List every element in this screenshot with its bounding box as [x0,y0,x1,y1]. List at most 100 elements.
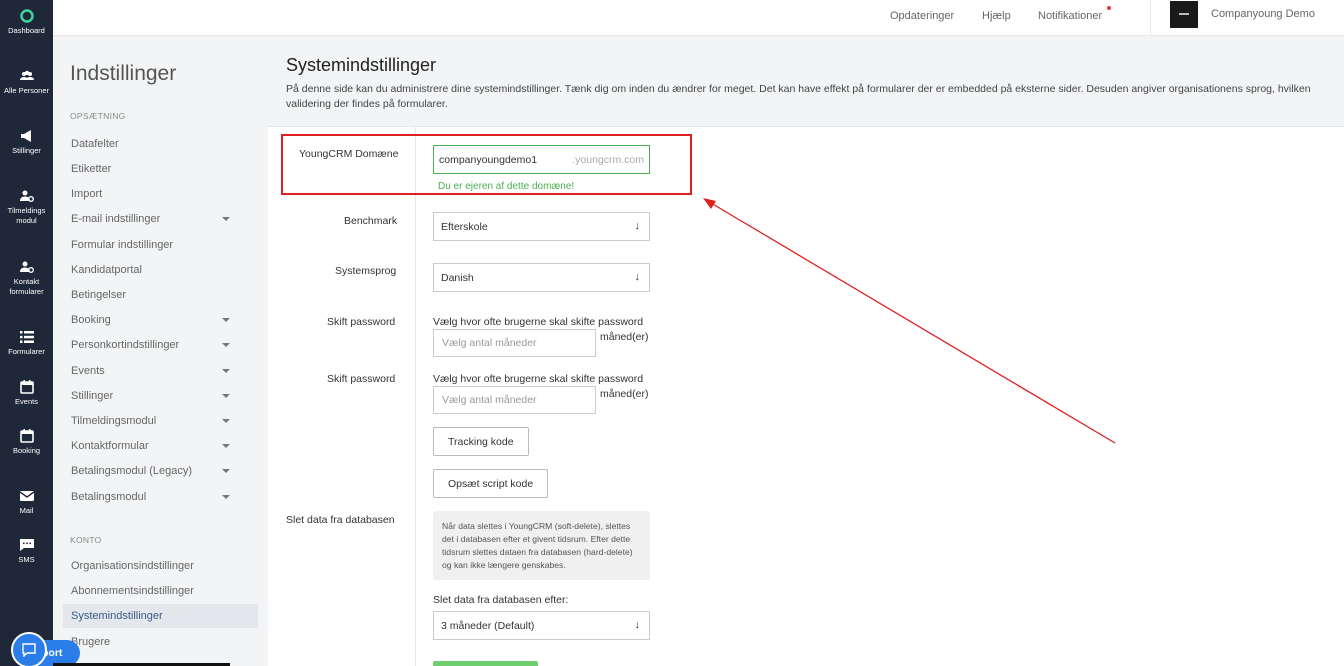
password-months-field-2[interactable] [434,387,595,413]
chat-icon [22,643,36,657]
password-label: Skift password [327,316,396,328]
help-link[interactable]: Hjælp [982,10,1011,22]
language-select[interactable]: Danish ↓ [433,263,650,292]
delete-data-label: Slet data fra databasen [286,514,395,526]
main-rail: Dashboard Alle Personer Stillinger Tilme… [0,0,53,666]
nav-item-label: Personkortindstillinger [71,339,180,351]
notification-dot [1107,6,1111,10]
rail-dashboard[interactable]: Dashboard [0,9,53,36]
section-account-heading: KONTO [70,535,102,545]
nav-item-import[interactable]: Import [63,182,258,206]
delete-info-box: Når data slettes i YoungCRM (soft-delete… [433,511,650,580]
updates-link[interactable]: Opdateringer [890,10,954,22]
nav-item-tilmeldingsmodul[interactable]: Tilmeldingsmodul [63,409,258,433]
dashboard-icon [19,9,34,23]
nav-item-betingelser[interactable]: Betingelser [63,283,258,307]
nav-item-label: Import [71,188,103,200]
rail-stillinger[interactable]: Stillinger [0,129,53,156]
nav-item-formular-indstillinger[interactable]: Formular indstillinger [63,233,258,257]
delete-after-select[interactable]: 3 måneder (Default) ↓ [433,611,650,640]
benchmark-select[interactable]: Efterskole ↓ [433,212,650,241]
benchmark-label: Benchmark [344,215,398,227]
rail-tilmeldings-modul[interactable]: Tilmeldings modul [0,189,53,226]
rail-events-label: Events [15,397,38,406]
password-unit-2: måned(er) [600,388,649,400]
nav-item-datafelter[interactable]: Datafelter [63,132,258,156]
language-label: Systemsprog [335,265,397,277]
support-chat-bubble[interactable] [11,632,47,666]
nav-item-label: Betalingsmodul (Legacy) [71,465,193,477]
nav-item-systemindstillinger[interactable]: Systemindstillinger [63,604,258,628]
nav-item-label: Betingelser [71,289,127,301]
rail-sms[interactable]: SMS [0,538,53,565]
rail-mail[interactable]: Mail [0,489,53,516]
arrow-down-icon: ↓ [634,619,641,631]
password-help: Vælg hvor ofte brugerne skal skifte pass… [433,316,644,328]
rail-stillinger-label: Stillinger [12,146,41,155]
notifications-link[interactable]: Notifikationer [1038,10,1102,22]
rail-events[interactable]: Events [0,380,53,407]
settings-nav: Indstillinger OPSÆTNING Datafelter Etiket… [53,36,268,666]
nav-item-booking[interactable]: Booking [63,308,258,332]
caret-down-icon [222,495,230,499]
nav-item-events[interactable]: Events [63,359,258,383]
nav-item-stillinger[interactable]: Stillinger [63,384,258,408]
nav-item-brugere[interactable]: Brugere [63,630,258,654]
nav-item-abonnementsindstillinger[interactable]: Abonnementsindstillinger [63,579,258,603]
settings-form-panel [268,126,1344,666]
password-months-field[interactable] [434,330,595,356]
caret-down-icon [222,469,230,473]
script-code-button[interactable]: Opsæt script kode [433,469,549,498]
nav-item-label: Formular indstillinger [71,239,174,251]
person-gear-icon [19,260,34,274]
top-divider [1150,0,1151,36]
nav-item-label: Betalingsmodul [71,491,147,503]
password-months-input-2[interactable] [433,386,596,414]
language-value: Danish [441,272,474,284]
list-icon [19,330,34,344]
nav-item-etiketter[interactable]: Etiketter [63,157,258,181]
nav-item-kontaktformular[interactable]: Kontaktformular [63,434,258,458]
annotation-highlight-box [281,134,692,195]
nav-item-organisationsindstillinger[interactable]: Organisationsindstillinger [63,554,258,578]
page-title: Systemindstillinger [286,55,437,75]
rail-alle-personer[interactable]: Alle Personer [0,69,53,96]
nav-item-label: Booking [71,314,111,326]
calendar-icon [19,429,34,443]
calendar-icon [19,380,34,394]
rail-alle-personer-label: Alle Personer [3,86,50,95]
person-gear-icon [19,189,34,203]
settings-title: Indstillinger [70,62,177,85]
nav-item-kandidatportal[interactable]: Kandidatportal [63,258,258,282]
account-name[interactable]: Companyoung Demo [1211,8,1315,20]
caret-down-icon [222,369,230,373]
nav-item-label: E-mail indstillinger [71,213,161,225]
nav-item-label: Events [71,365,105,377]
password-label-2: Skift password [327,373,396,385]
caret-down-icon [222,217,230,221]
nav-item-betalingsmodul[interactable]: Betalingsmodul [63,485,258,509]
chat-icon [19,538,34,552]
nav-item-label: Datafelter [71,138,119,150]
avatar[interactable] [1170,1,1198,28]
password-help-2: Vælg hvor ofte brugerne skal skifte pass… [433,373,644,385]
save-button[interactable] [433,661,538,666]
rail-booking[interactable]: Booking [0,429,53,456]
rail-formularer[interactable]: Formularer [0,330,53,357]
nav-item-betalingsmodul-legacy[interactable]: Betalingsmodul (Legacy) [63,459,258,483]
nav-item-personkortindstillinger[interactable]: Personkortindstillinger [63,333,258,357]
caret-down-icon [222,343,230,347]
nav-item-label: Kontaktformular [71,440,149,452]
nav-item-e-mail-indstillinger[interactable]: E-mail indstillinger [63,207,258,231]
caret-down-icon [222,394,230,398]
caret-down-icon [222,444,230,448]
rail-mail-label: Mail [19,506,34,515]
caret-down-icon [222,318,230,322]
delete-after-value: 3 måneder (Default) [441,620,535,632]
nav-item-label: Stillinger [71,390,114,402]
rail-kontakt-formularer-label: Kontakt formularer [9,277,44,296]
rail-booking-label: Booking [12,446,41,455]
password-months-input[interactable] [433,329,596,357]
rail-kontakt-formularer[interactable]: Kontakt formularer [0,260,53,297]
tracking-code-button[interactable]: Tracking kode [433,427,529,456]
